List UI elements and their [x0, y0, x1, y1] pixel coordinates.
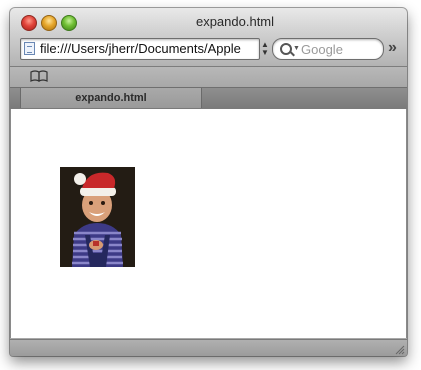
address-text: file:///Users/jherr/Documents/Apple: [40, 41, 241, 56]
minimize-button[interactable]: [41, 15, 57, 31]
status-bar: [10, 339, 407, 356]
address-stepper-icon[interactable]: ▲ ▼: [261, 41, 269, 57]
browser-window: expando.html file:///Users/jherr/Documen…: [10, 8, 407, 356]
page-content: [10, 109, 407, 338]
search-placeholder: Google: [301, 42, 343, 57]
address-bar[interactable]: file:///Users/jherr/Documents/Apple: [20, 38, 260, 60]
bookmarks-bar: [10, 67, 407, 87]
tab-expando[interactable]: expando.html: [20, 88, 202, 108]
search-field[interactable]: ▼ Google: [272, 38, 384, 60]
resize-grip-icon[interactable]: [395, 345, 405, 355]
file-icon: [24, 42, 35, 55]
tab-label: expando.html: [75, 92, 147, 104]
zoom-button[interactable]: [61, 15, 77, 31]
close-button[interactable]: [21, 15, 37, 31]
search-icon[interactable]: [280, 43, 292, 55]
book-icon[interactable]: [30, 70, 48, 82]
child-photo: [60, 167, 135, 267]
title-bar: expando.html file:///Users/jherr/Documen…: [10, 8, 407, 67]
toolbar-overflow-chevron-icon[interactable]: »: [388, 39, 397, 57]
tab-bar: expando.html: [10, 87, 407, 109]
window-title: expando.html: [195, 14, 275, 29]
search-menu-caret-icon[interactable]: ▼: [293, 45, 300, 52]
